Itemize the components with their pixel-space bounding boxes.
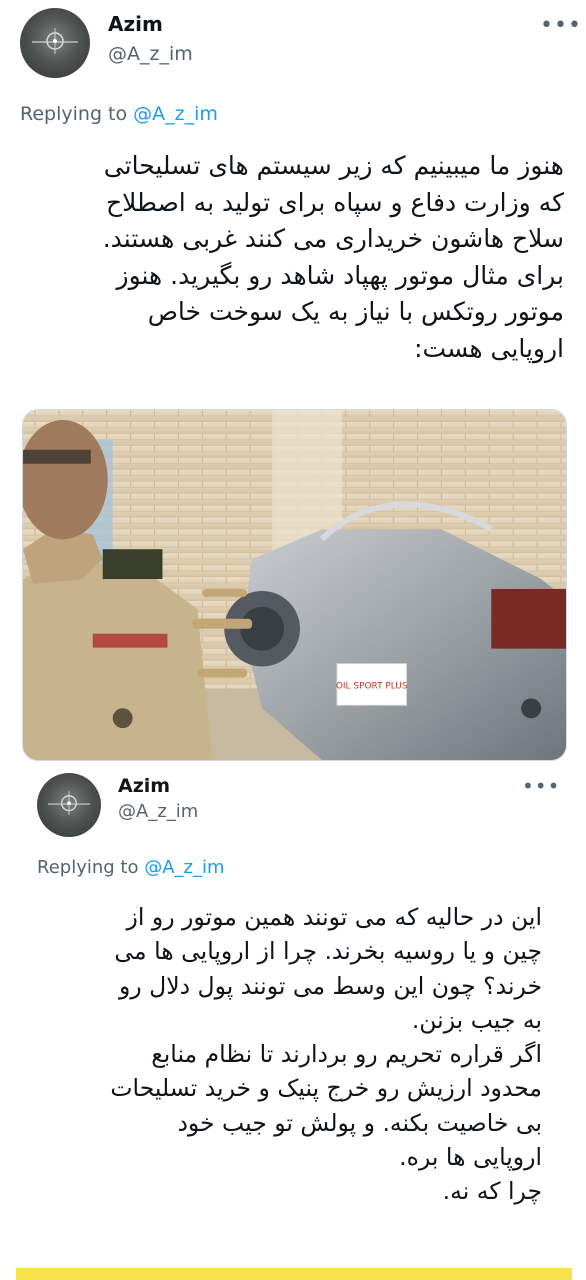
tweet-text: هنوز ما میبینیم که زیر سیستم های تسلیحات… (102, 151, 564, 363)
user-handle[interactable]: @A_z_im (108, 42, 193, 66)
replying-prefix: Replying to (37, 857, 145, 878)
more-options-icon[interactable]: ••• (540, 15, 582, 37)
replying-prefix: Replying to (20, 103, 134, 125)
avatar[interactable] (20, 8, 90, 78)
tweet-photo[interactable]: OIL SPORT PLUS (22, 409, 567, 761)
display-name[interactable]: Azim (118, 774, 170, 798)
engine-label-text: OIL SPORT PLUS (336, 681, 408, 691)
replying-mention-link[interactable]: @A_z_im (133, 103, 218, 125)
avatar-image (47, 791, 91, 816)
reply-tweet-text: این در حالیه که می تونند همین موتور رو ا… (110, 903, 542, 1206)
user-handle[interactable]: @A_z_im (118, 800, 198, 824)
avatar-image (32, 28, 78, 54)
engine-photo-image: OIL SPORT PLUS (23, 410, 566, 760)
avatar[interactable] (37, 773, 101, 837)
tweet-1: Azim @A_z_im ••• Replying to @A_z_im هنو… (0, 0, 586, 770)
bottom-highlight-bar (16, 1268, 572, 1280)
replying-to: Replying to @A_z_im (37, 856, 225, 880)
replying-mention-link[interactable]: @A_z_im (144, 857, 224, 878)
display-name[interactable]: Azim (108, 12, 163, 36)
replying-to: Replying to @A_z_im (20, 102, 218, 126)
more-options-icon[interactable]: ••• (522, 776, 560, 796)
